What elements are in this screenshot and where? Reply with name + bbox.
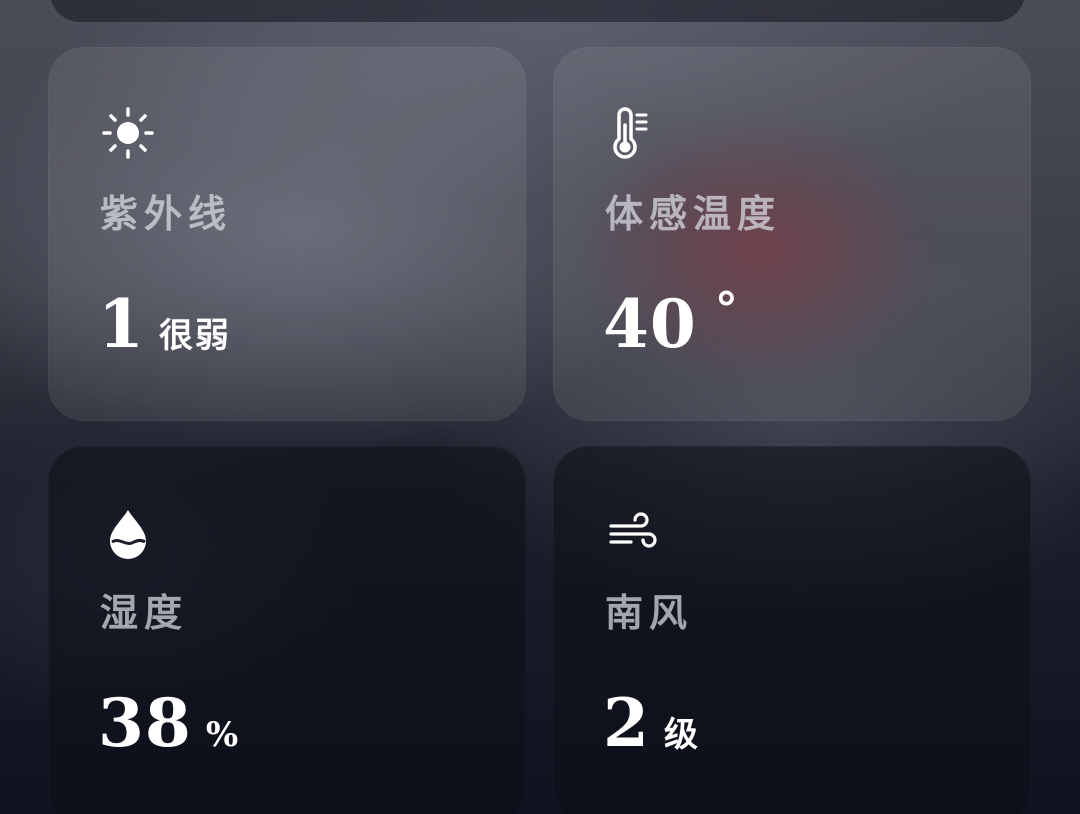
feels-like-label: 体感温度: [605, 191, 782, 236]
sun-icon: [102, 107, 154, 159]
uv-unit: 很弱: [158, 316, 231, 356]
uv-value-row: 1 很弱: [98, 285, 231, 363]
feels-like-value-row: 40 °: [603, 282, 740, 363]
feels-like-unit: °: [714, 282, 740, 336]
humidity-label: 湿度: [100, 590, 189, 635]
humidity-value-row: 38 %: [98, 684, 240, 762]
wind-card[interactable]: 南风 2 级: [553, 446, 1031, 814]
wind-icon: [609, 512, 657, 548]
uv-value: 1: [98, 285, 145, 363]
wind-value: 2: [603, 684, 650, 762]
thermometer-icon: [613, 107, 648, 159]
water-drop-icon: [110, 510, 146, 559]
humidity-value: 38: [98, 684, 192, 762]
feels-like-value: 40: [603, 285, 697, 363]
previous-card-edge: [50, 0, 1025, 22]
humidity-card[interactable]: 湿度 38 %: [48, 446, 526, 814]
uv-label: 紫外线: [100, 191, 233, 236]
wind-unit: 级: [663, 715, 700, 755]
uv-index-card[interactable]: 紫外线 1 很弱: [48, 47, 526, 421]
wind-value-row: 2 级: [603, 684, 700, 762]
wind-label: 南风: [605, 590, 694, 635]
humidity-unit: %: [205, 715, 241, 755]
feels-like-card[interactable]: 体感温度 40 °: [553, 47, 1031, 421]
